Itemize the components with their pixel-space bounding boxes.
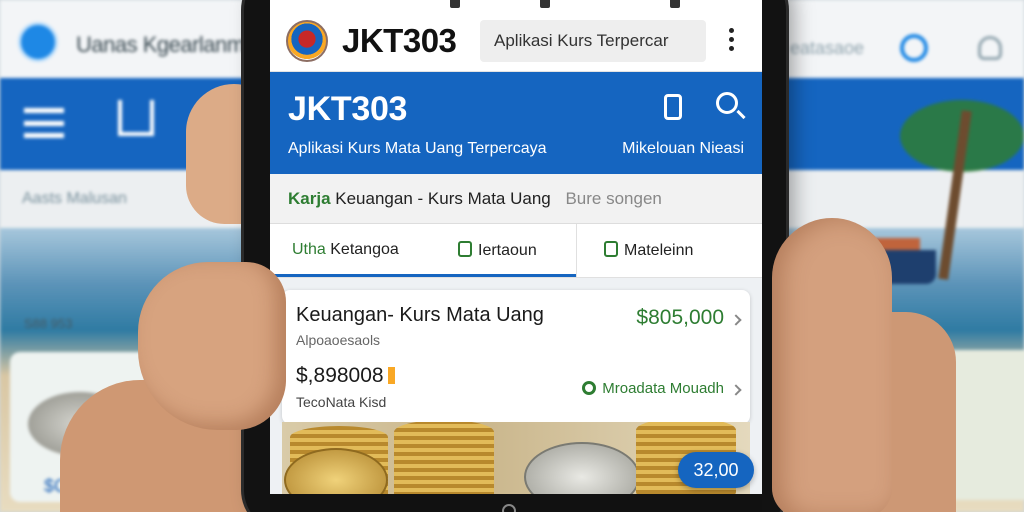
app-emblem-icon[interactable] (286, 20, 328, 62)
card-price: $805,000 (636, 306, 724, 329)
background-home-icon (118, 100, 154, 136)
hero-subtitle: Aplikasi Kurs Mata Uang Terpercaya (288, 140, 547, 157)
status-battery-icon (670, 0, 680, 8)
phone-icon[interactable] (664, 94, 682, 120)
card-link[interactable]: Mroadata Mouadh (582, 380, 724, 397)
app-brand: JKT303 (342, 22, 457, 59)
breadcrumb-muted: Bure songen (565, 189, 662, 208)
breadcrumb: Karja Keuangan - Kurs Mata Uang Bure son… (270, 174, 762, 224)
background-site-title: Uanas Kgearlanm (76, 32, 245, 57)
breadcrumb-prefix[interactable]: Karja (288, 189, 331, 208)
chevron-right-icon[interactable] (730, 384, 742, 396)
background-sea-label: S88 953 (24, 316, 73, 331)
tab-icon (604, 241, 618, 257)
background-search-icon (900, 34, 928, 62)
phone-screen: JKT303 Aplikasi Kurs Terpercar JKT303 Ap… (270, 0, 762, 494)
more-options-icon[interactable] (726, 28, 736, 54)
tab-label: Ketangoa (330, 241, 399, 258)
tab-bar: Utha Ketangoa Iertaoun Mateleinn (270, 224, 762, 278)
status-signal-icon (450, 0, 460, 8)
background-menu-icon (24, 108, 64, 138)
card-rate-value: $,898008 (296, 364, 384, 387)
tab-iertaoun[interactable]: Iertaoun (458, 224, 537, 278)
active-tab-indicator (270, 274, 576, 277)
right-finger (772, 218, 892, 512)
amount-button[interactable]: 32,00 (678, 452, 754, 488)
flag-icon (387, 367, 395, 384)
status-wifi-icon (540, 0, 550, 8)
coin-stack (394, 422, 494, 494)
silver-coin (524, 442, 640, 494)
card-note: TecoNata Kisd (296, 394, 387, 410)
tab-label: Iertaoun (478, 242, 537, 259)
tab-label: Mateleinn (624, 242, 694, 259)
tab-ketangoa[interactable]: Utha Ketangoa (292, 224, 399, 278)
tab-divider (576, 224, 577, 278)
coins-photo (282, 422, 750, 494)
tagline-search-box[interactable]: Aplikasi Kurs Terpercar (480, 20, 706, 62)
hero-banner: JKT303 Aplikasi Kurs Mata Uang Terpercay… (270, 72, 762, 174)
background-logo (18, 22, 58, 62)
hero-title: JKT303 (288, 90, 408, 128)
background-right-label: eatasaoe (790, 38, 865, 58)
system-nav-bar (270, 494, 762, 512)
content-area: Keuangan- Kurs Mata Uang Alpoaoesaols $8… (270, 278, 762, 494)
home-nav-icon[interactable] (502, 504, 516, 512)
card-title: Keuangan- Kurs Mata Uang (296, 304, 544, 326)
search-icon[interactable] (716, 92, 738, 114)
tab-icon (458, 241, 472, 257)
tab-accent-label: Utha (292, 241, 326, 258)
rate-card[interactable]: Keuangan- Kurs Mata Uang Alpoaoesaols $8… (282, 290, 750, 424)
tab-mateleinn[interactable]: Mateleinn (604, 224, 693, 278)
card-link-label: Mroadata Mouadh (602, 380, 724, 397)
app-bar: JKT303 Aplikasi Kurs Terpercar (270, 12, 762, 72)
card-subtitle: Alpoaoesaols (296, 332, 381, 348)
left-thumb (138, 262, 286, 430)
breadcrumb-title: Keuangan - Kurs Mata Uang (335, 189, 551, 208)
hero-right-link[interactable]: Mikelouan Nieasi (622, 140, 744, 158)
refresh-icon (582, 381, 597, 395)
background-sub-label: Aasts Malusan (22, 190, 127, 207)
chevron-right-icon[interactable] (730, 314, 742, 326)
background-user-icon (978, 36, 1002, 60)
card-rate: $,898008 (296, 364, 395, 388)
